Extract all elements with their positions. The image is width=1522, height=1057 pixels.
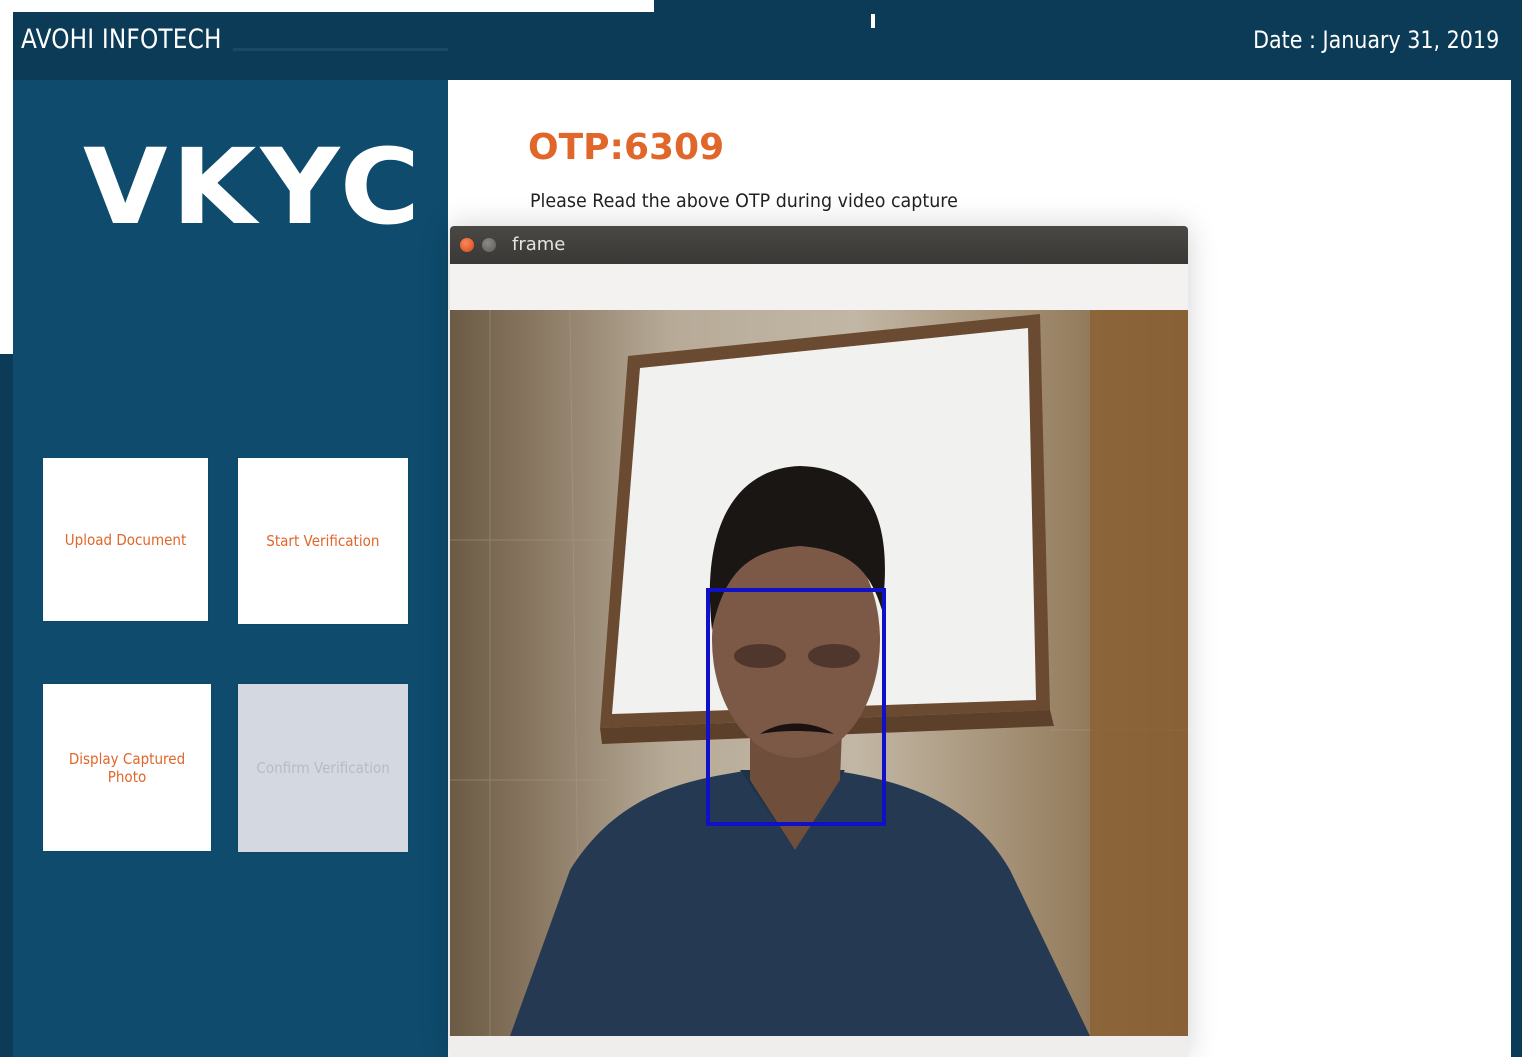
close-icon[interactable] [460,238,474,252]
minimize-icon[interactable] [482,238,496,252]
display-captured-photo-button[interactable]: Display Captured Photo [43,684,211,851]
cabinet [1090,310,1188,1036]
frame-title: frame [512,234,566,255]
confirm-verification-label: Confirm Verification [256,759,390,777]
background-strip-top [0,0,654,12]
background-strip-left [0,12,13,354]
main-content: OTP:6309 Please Read the above OTP durin… [448,80,1511,1057]
video-frame-window: frame [450,226,1188,1057]
vkyc-logo: VKYC [83,126,425,248]
text-cursor-icon [871,14,875,28]
left-eye [734,644,786,668]
webcam-image [450,310,1188,1036]
upload-document-label: Upload Document [64,530,187,549]
otp-instruction: Please Read the above OTP during video c… [530,190,958,212]
top-bar: AVOHI INFOTECH Date : January 31, 2019 [13,12,1511,80]
frame-toolbar [450,264,1188,310]
brand-underline [233,48,448,51]
start-verification-label: Start Verification [266,532,380,550]
confirm-verification-button[interactable]: Confirm Verification [238,684,408,852]
frame-titlebar[interactable]: frame [450,226,1188,264]
upload-document-button[interactable]: Upload Document [43,458,208,621]
start-verification-button[interactable]: Start Verification [238,458,408,624]
app-window: AVOHI INFOTECH Date : January 31, 2019 V… [13,12,1511,1057]
date-label: Date : January 31, 2019 [1252,26,1499,54]
right-eye [808,644,860,668]
sidebar: VKYC Upload Document Start Verification … [13,80,448,1057]
frame-statusbar [450,1036,1188,1057]
display-captured-photo-label: Display Captured Photo [68,749,186,786]
brand-name: AVOHI INFOTECH [21,24,222,55]
otp-code: OTP:6309 [528,127,725,168]
webcam-feed [450,310,1188,1036]
